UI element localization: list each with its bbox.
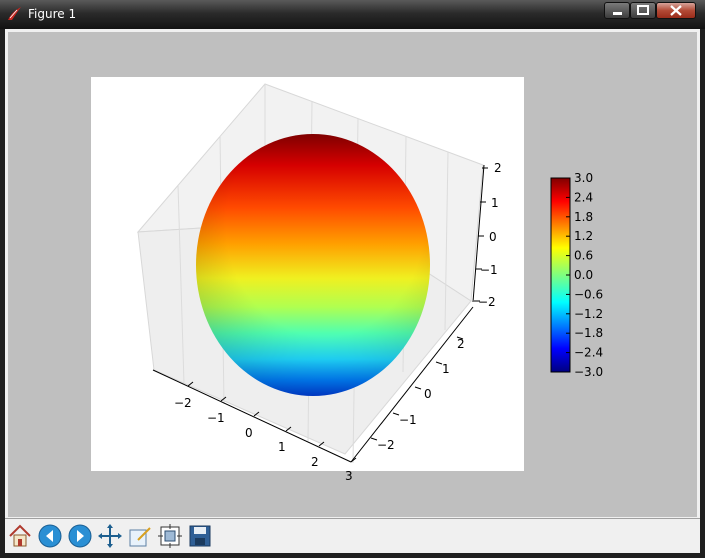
colorbar-ticks: 3.0 2.4 1.8 1.2 0.6 0.0 −0.6 −1.2 −1.8 −2.4 −3.0 (566, 171, 603, 379)
y-tick-label: −1 (399, 413, 417, 427)
pan-icon (98, 524, 122, 548)
home-icon (9, 524, 31, 547)
save-button[interactable] (186, 522, 214, 550)
forward-arrow-icon (68, 524, 92, 548)
window-title: Figure 1 (28, 7, 77, 21)
zoom-button[interactable] (126, 522, 154, 550)
maximize-button[interactable] (630, 2, 656, 19)
figure-window: Figure 1 −2 −1 0 1 2 3 −2 −1 0 1 2 2 1 0… (0, 0, 705, 558)
x-tick-label: 3 (345, 469, 353, 483)
navigation-toolbar (5, 518, 700, 553)
close-icon (670, 5, 682, 16)
colorbar-tick-label: −3.0 (574, 365, 603, 379)
title-bar[interactable]: Figure 1 (0, 0, 705, 29)
x-tick-label: −1 (207, 411, 225, 425)
z-tick-label: 0 (489, 230, 497, 244)
x-tick-label: 1 (278, 440, 286, 454)
y-tick-label: 0 (424, 387, 432, 401)
window-client-area: −2 −1 0 1 2 3 −2 −1 0 1 2 2 1 0 −1 −2 3.… (5, 29, 700, 553)
back-button[interactable] (36, 522, 64, 550)
x-tick-label: −2 (174, 396, 192, 410)
back-arrow-icon (38, 524, 62, 548)
maximize-icon (637, 5, 649, 15)
colorbar-tick-label: 3.0 (574, 171, 593, 185)
y-tick-label: 1 (442, 362, 450, 376)
tk-feather-icon (8, 7, 21, 20)
colorbar-tick-label: 0.6 (574, 249, 593, 263)
subplots-icon (158, 524, 182, 548)
minimize-button[interactable] (604, 2, 630, 19)
colorbar-tick-label: −0.6 (574, 287, 603, 301)
sphere-surface (196, 134, 430, 396)
colorbar-tick-label: −2.4 (574, 346, 603, 360)
forward-button[interactable] (66, 522, 94, 550)
home-button[interactable] (6, 522, 34, 550)
x-tick-label: 0 (245, 426, 253, 440)
z-tick-label: 1 (491, 196, 499, 210)
colorbar-tick-label: 0.0 (574, 268, 593, 282)
close-button[interactable] (656, 2, 696, 19)
pan-button[interactable] (96, 522, 124, 550)
colorbar-tick-label: −1.2 (574, 307, 603, 321)
z-tick-label: 2 (494, 161, 502, 175)
z-tick-label: −1 (480, 263, 498, 277)
z-tick-label: −2 (478, 295, 496, 309)
zoom-icon (129, 527, 151, 547)
colorbar-tick-label: 2.4 (574, 190, 593, 204)
x-tick-label: 2 (311, 455, 319, 469)
colorbar-tick-label: −1.8 (574, 326, 603, 340)
colorbar-tick-label: 1.2 (574, 229, 593, 243)
minimize-icon (613, 12, 622, 15)
y-tick-label: −2 (377, 438, 395, 452)
figure-canvas[interactable]: −2 −1 0 1 2 3 −2 −1 0 1 2 2 1 0 −1 −2 3.… (8, 32, 697, 517)
save-icon (189, 525, 211, 547)
plot-svg: −2 −1 0 1 2 3 −2 −1 0 1 2 2 1 0 −1 −2 3.… (136, 83, 603, 483)
subplots-button[interactable] (156, 522, 184, 550)
y-tick-label: 2 (457, 337, 465, 351)
colorbar-tick-label: 1.8 (574, 210, 593, 224)
